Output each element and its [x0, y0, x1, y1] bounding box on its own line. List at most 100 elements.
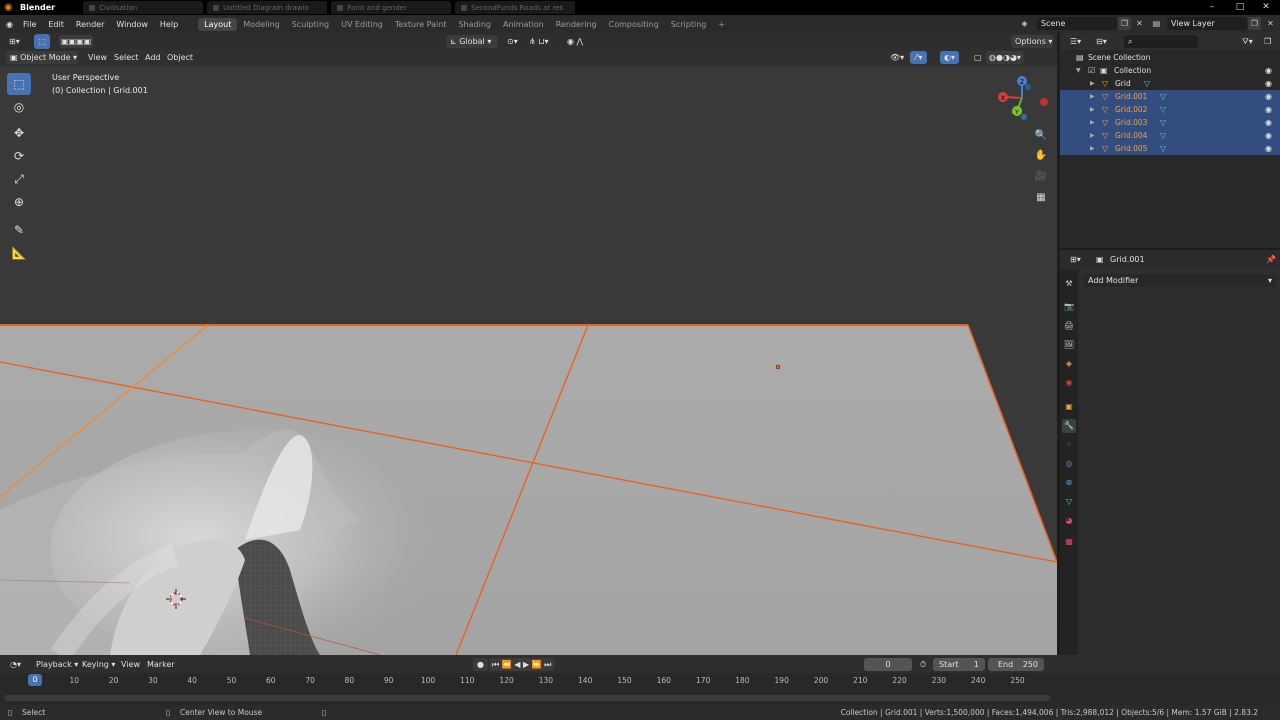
outliner-item[interactable]: ▶ ▽ Grid.003 ▽ ◉	[1060, 116, 1280, 129]
eye-icon[interactable]: ◉	[1265, 142, 1272, 155]
gizmo-toggle-icon[interactable]: ⤤▾	[910, 51, 927, 64]
gizmo-neg-y[interactable]	[1021, 114, 1027, 120]
measure-tool[interactable]: 📐	[7, 242, 31, 264]
marker-menu[interactable]: Marker	[147, 658, 175, 671]
tab-layout[interactable]: Layout	[198, 17, 238, 31]
scene-selector-icon[interactable]: ◈	[1018, 17, 1031, 30]
expand-icon[interactable]: ▼	[1076, 64, 1081, 77]
navigation-gizmo[interactable]: Z X Y	[998, 76, 1048, 120]
menu-add[interactable]: Add	[145, 51, 161, 64]
eye-icon[interactable]: ◉	[1265, 103, 1272, 116]
background-tab[interactable]: SecondFunds Roads at res	[455, 1, 576, 14]
scene-tab-icon[interactable]: ◈	[1062, 357, 1076, 371]
transform-orientation-dropdown[interactable]: ⊾ Global ▾	[446, 35, 498, 48]
pivot-point-icon[interactable]: ⊙▾	[503, 35, 522, 48]
background-tab[interactable]: Civilisation	[83, 1, 204, 14]
outliner-item[interactable]: ▶ ▽ Grid ▽ ◉	[1060, 77, 1280, 90]
3d-viewport[interactable]: Z X Y User Perspective (0) Collection | …	[0, 50, 1057, 655]
outliner-item[interactable]: ▶ ▽ Grid.005 ▽ ◉	[1060, 142, 1280, 155]
move-tool[interactable]: ✥	[7, 122, 31, 144]
eye-icon[interactable]: ◉	[1265, 90, 1272, 103]
view-layer-field[interactable]: View Layer	[1167, 17, 1247, 30]
checkbox-icon[interactable]: ☑	[1088, 64, 1095, 77]
keying-menu[interactable]: Keying ▾	[82, 658, 115, 671]
eye-icon[interactable]: ◉	[1265, 129, 1272, 142]
select-box-tool[interactable]: ⬚	[7, 73, 31, 95]
visibility-icon[interactable]: 👁▾	[886, 51, 908, 64]
expand-icon[interactable]: ▶	[1090, 116, 1095, 129]
new-view-layer-icon[interactable]: ❐	[1248, 17, 1261, 30]
gizmo-neg-z[interactable]	[1025, 84, 1031, 90]
clock-icon[interactable]: ⏱	[916, 658, 930, 671]
transform-tool[interactable]: ⊕	[7, 191, 31, 213]
start-frame-field[interactable]: Start 1	[933, 658, 985, 671]
tab-modeling[interactable]: Modeling	[237, 18, 285, 31]
menu-help[interactable]: Help	[154, 20, 184, 29]
tool-tab-icon[interactable]: ⚒	[1062, 277, 1076, 291]
object-mode-dropdown[interactable]: ▣ Object Mode ▾	[6, 51, 78, 64]
options-dropdown[interactable]: Options ▾	[1011, 35, 1053, 48]
expand-icon[interactable]: ▶	[1090, 90, 1095, 103]
new-collection-icon[interactable]: ❐	[1260, 35, 1275, 48]
menu-file[interactable]: File	[17, 20, 42, 29]
timeline-scrollbar[interactable]	[4, 695, 1050, 701]
tab-animation[interactable]: Animation	[497, 18, 550, 31]
timeline-view-menu[interactable]: View	[121, 658, 140, 671]
select-tool-icon[interactable]: ⬚	[34, 34, 50, 49]
add-workspace-button[interactable]: +	[712, 18, 731, 31]
expand-icon[interactable]: ▶	[1090, 77, 1095, 90]
maximize-button[interactable]: □	[1228, 0, 1252, 15]
current-frame-field[interactable]: 0	[864, 658, 912, 671]
playhead[interactable]: 0	[28, 674, 42, 686]
tab-scripting[interactable]: Scripting	[665, 18, 713, 31]
outliner-item[interactable]: ▶ ▽ Grid.004 ▽ ◉	[1060, 129, 1280, 142]
menu-window[interactable]: Window	[110, 20, 154, 29]
eye-icon[interactable]: ◉	[1265, 77, 1272, 90]
shading-modes-icons[interactable]: ◍●◑◕▾	[986, 51, 1024, 64]
scale-tool[interactable]: ⤢	[7, 168, 31, 190]
expand-icon[interactable]: ▶	[1090, 129, 1095, 142]
xray-icon[interactable]: ▢	[970, 51, 986, 64]
outliner-scene-collection[interactable]: ▤ Scene Collection	[1060, 51, 1280, 64]
tab-shading[interactable]: Shading	[452, 18, 497, 31]
selection-mode-icons[interactable]: ▣▣▣▣	[59, 35, 94, 48]
end-frame-field[interactable]: End 250	[988, 658, 1044, 671]
tab-rendering[interactable]: Rendering	[550, 18, 603, 31]
grid-view-icon[interactable]: ▦	[1032, 189, 1050, 207]
menu-edit[interactable]: Edit	[42, 20, 70, 29]
object-tab-icon[interactable]: ▣	[1062, 400, 1076, 414]
expand-icon[interactable]: ▶	[1090, 103, 1095, 116]
data-tab-icon[interactable]: ▽	[1062, 495, 1076, 509]
outliner-editor-icon[interactable]: ☰▾	[1066, 35, 1085, 48]
scene-name-field[interactable]: Scene	[1037, 17, 1117, 30]
record-icon[interactable]: ●	[473, 658, 488, 671]
menu-select[interactable]: Select	[114, 51, 139, 64]
modifier-tab-icon[interactable]: 🔧	[1062, 419, 1076, 433]
render-tab-icon[interactable]: 📷	[1062, 300, 1076, 314]
particles-tab-icon[interactable]: ⁘	[1062, 438, 1076, 452]
world-tab-icon[interactable]: ◉	[1062, 376, 1076, 390]
timeline-editor-icon[interactable]: ◔▾	[6, 658, 25, 671]
outliner-collection[interactable]: ▼ ☑ ▣ Collection ◉	[1060, 64, 1280, 77]
eye-icon[interactable]: ◉	[1265, 64, 1272, 77]
outliner-item[interactable]: ▶ ▽ Grid.002 ▽ ◉	[1060, 103, 1280, 116]
delete-scene-icon[interactable]: ✕	[1133, 17, 1146, 30]
view-layer-tab-icon[interactable]: 🖼	[1062, 338, 1076, 352]
background-tab[interactable]: Paint and gender	[331, 1, 452, 14]
material-tab-icon[interactable]: ◕	[1062, 514, 1076, 528]
minimize-button[interactable]: –	[1200, 0, 1224, 15]
close-button[interactable]: ✕	[1254, 0, 1278, 15]
outliner-search-input[interactable]: ⌕	[1124, 35, 1198, 48]
zoom-icon[interactable]: 🔍	[1032, 127, 1050, 145]
outliner-item[interactable]: ▶ ▽ Grid.001 ▽ ◉	[1060, 90, 1280, 103]
output-tab-icon[interactable]: 🖨	[1062, 319, 1076, 333]
new-scene-icon[interactable]: ❐	[1118, 17, 1131, 30]
pan-hand-icon[interactable]: ✋	[1032, 147, 1050, 165]
delete-view-layer-icon[interactable]: ✕	[1264, 17, 1277, 30]
overlay-toggle-icon[interactable]: ◐▾	[940, 51, 959, 64]
camera-icon[interactable]: 🎥	[1032, 168, 1050, 186]
properties-editor-icon[interactable]: ⊞▾	[1066, 253, 1085, 266]
menu-view[interactable]: View	[88, 51, 107, 64]
rotate-tool[interactable]: ⟳	[7, 145, 31, 167]
playback-menu[interactable]: Playback ▾	[36, 658, 78, 671]
